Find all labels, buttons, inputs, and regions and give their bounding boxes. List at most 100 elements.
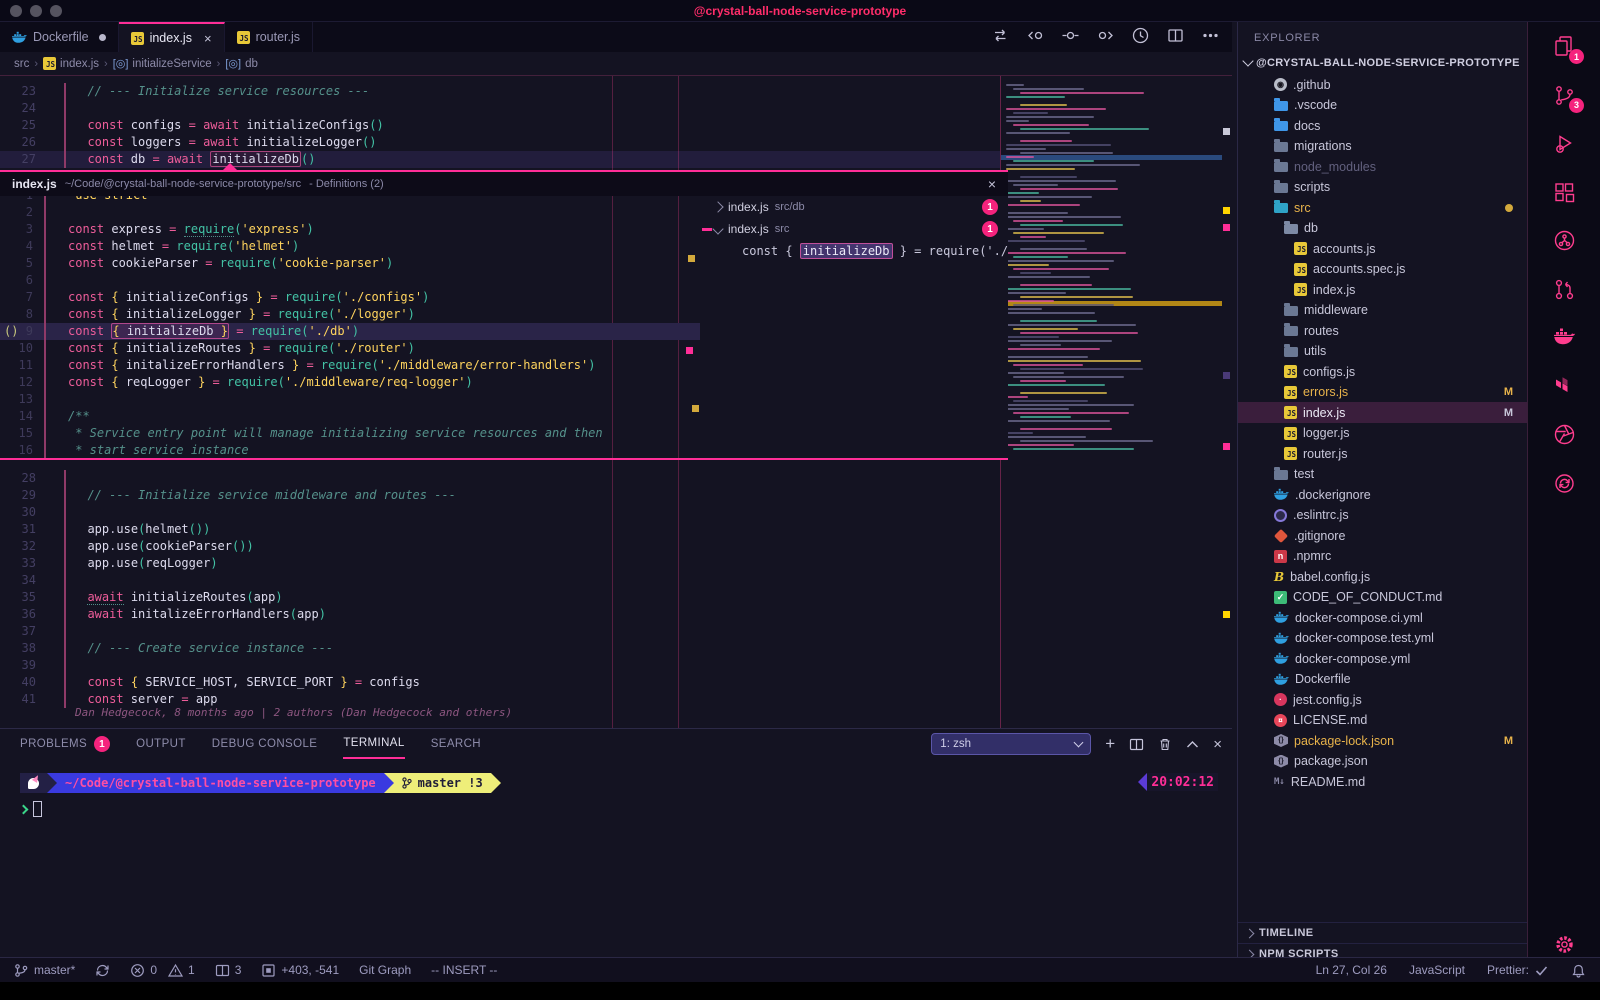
- line-number[interactable]: 5: [0, 255, 33, 272]
- explorer-item-docs[interactable]: docs: [1238, 115, 1527, 136]
- split-editor-icon[interactable]: [1166, 26, 1185, 50]
- code-line-6[interactable]: 6: [0, 272, 700, 289]
- explorer-item-errors.js[interactable]: JS errors.js M: [1238, 382, 1527, 403]
- code-line-32[interactable]: 32 app.use(cookieParser()): [0, 538, 1000, 555]
- line-number[interactable]: 12: [0, 374, 33, 391]
- explorer-item-readme.md[interactable]: M↓ README.md: [1238, 771, 1527, 792]
- explorer-item-db[interactable]: db: [1238, 218, 1527, 239]
- split-terminal-icon[interactable]: [1129, 737, 1144, 752]
- status-ln-27-col-26[interactable]: Ln 27, Col 26: [1316, 963, 1387, 977]
- status-insert[interactable]: -- INSERT --: [431, 963, 497, 977]
- code-line-10[interactable]: 10 const { initializeRoutes } = require('…: [0, 340, 700, 357]
- code-line-14[interactable]: 14 /**: [0, 408, 700, 425]
- explorer-item-.dockerignore[interactable]: .dockerignore: [1238, 484, 1527, 505]
- new-terminal-icon[interactable]: +: [1105, 734, 1115, 754]
- line-number[interactable]: 41: [0, 691, 36, 708]
- line-number[interactable]: 40: [0, 674, 36, 691]
- status-sync[interactable]: [95, 963, 110, 978]
- explorer-item-code_of_conduct.md[interactable]: ✓ CODE_OF_CONDUCT.md: [1238, 587, 1527, 608]
- line-number[interactable]: 37: [0, 623, 36, 640]
- line-number[interactable]: 39: [0, 657, 36, 674]
- code-lines-bottom[interactable]: 28 29 // --- Initialize service middlewar…: [0, 470, 1000, 708]
- tab-index.js[interactable]: JS index.js ×: [118, 22, 225, 52]
- code-line-7[interactable]: 7 const { initializeConfigs } = require('…: [0, 289, 700, 306]
- line-number[interactable]: 11: [0, 357, 33, 374]
- explorer-item-configs.js[interactable]: JS configs.js: [1238, 361, 1527, 382]
- status-git-graph[interactable]: Git Graph: [359, 963, 411, 977]
- definition-reference-line[interactable]: const { initializeDb } = require('./db'): [700, 240, 1008, 262]
- activity-gitlens-icon[interactable]: [1552, 228, 1578, 254]
- explorer-item-.github[interactable]: ◉ .github: [1238, 74, 1527, 95]
- code-editor[interactable]: 23 // --- Initialize service resources -…: [0, 76, 1232, 728]
- line-number[interactable]: 17: [0, 459, 33, 460]
- code-line-26[interactable]: 26 const loggers = await initializeLogge…: [0, 134, 1000, 151]
- line-number[interactable]: 29: [0, 487, 36, 504]
- prev-change-icon[interactable]: [1026, 26, 1045, 50]
- explorer-item-test[interactable]: test: [1238, 464, 1527, 485]
- kill-terminal-icon[interactable]: [1158, 737, 1172, 752]
- terminal-shell-select[interactable]: 1: zsh: [931, 733, 1092, 755]
- explorer-item-package.json[interactable]: {} package.json: [1238, 751, 1527, 772]
- code-line-40[interactable]: 40 const { SERVICE_HOST, SERVICE_PORT } …: [0, 674, 1000, 691]
- code-line-17[interactable]: 17 */: [0, 459, 700, 460]
- explorer-root-folder[interactable]: @CRYSTAL-BALL-NODE-SERVICE-PROTOTYPE: [1238, 52, 1527, 74]
- status-prettier[interactable]: Prettier:: [1487, 963, 1549, 978]
- sidebar-section-timeline[interactable]: TIMELINE: [1238, 922, 1527, 943]
- line-number[interactable]: 30: [0, 504, 36, 521]
- tab-dockerfile[interactable]: Dockerfile: [0, 22, 119, 52]
- explorer-item-.vscode[interactable]: .vscode: [1238, 95, 1527, 116]
- code-line-24[interactable]: 24: [0, 100, 1000, 117]
- line-number[interactable]: 34: [0, 572, 36, 589]
- explorer-item-accounts.spec.js[interactable]: JS accounts.spec.js: [1238, 259, 1527, 280]
- code-line-37[interactable]: 37: [0, 623, 1000, 640]
- minimap[interactable]: [1000, 76, 1222, 728]
- panel-tab-terminal[interactable]: TERMINAL: [343, 729, 405, 759]
- close-panel-icon[interactable]: ×: [1213, 736, 1222, 753]
- code-line-29[interactable]: 29 // --- Initialize service middleware …: [0, 487, 1000, 504]
- code-line-35[interactable]: 35 await initializeRoutes(app): [0, 589, 1000, 606]
- code-line-16[interactable]: 16 * start service instance: [0, 442, 700, 458]
- close-tab-icon[interactable]: ×: [204, 31, 212, 46]
- line-number[interactable]: 36: [0, 606, 36, 623]
- code-line-5[interactable]: 5 const cookieParser = require('cookie-pa…: [0, 255, 700, 272]
- code-line-3[interactable]: 3 const express = require('express'): [0, 221, 700, 238]
- code-line-28[interactable]: 28: [0, 470, 1000, 487]
- code-line-2[interactable]: 2: [0, 204, 700, 221]
- code-line-9[interactable]: 9() const { initializeDb } = require('./d…: [0, 323, 700, 340]
- activity-files-icon[interactable]: 1: [1552, 34, 1584, 64]
- line-number[interactable]: 28: [0, 470, 36, 487]
- line-number[interactable]: 7: [0, 289, 33, 306]
- code-line-11[interactable]: 11 const { initalizeErrorHandlers } = req…: [0, 357, 700, 374]
- code-line-8[interactable]: 8 const { initializeLogger } = require('.…: [0, 306, 700, 323]
- breadcrumb-item-src[interactable]: src: [14, 58, 29, 70]
- code-line-12[interactable]: 12 const { reqLogger } = require('./middl…: [0, 374, 700, 391]
- explorer-item-jest.config.js[interactable]: · jest.config.js: [1238, 689, 1527, 710]
- line-number[interactable]: 2: [0, 204, 33, 221]
- code-line-38[interactable]: 38 // --- Create service instance ---: [0, 640, 1000, 657]
- explorer-item-docker-compose.yml[interactable]: docker-compose.yml: [1238, 648, 1527, 669]
- code-lines-top[interactable]: 23 // --- Initialize service resources -…: [0, 83, 1000, 168]
- panel-tab-search[interactable]: SEARCH: [431, 729, 481, 759]
- code-line-25[interactable]: 25 const configs = await initializeConfi…: [0, 117, 1000, 134]
- code-line-1[interactable]: 1 'use strict': [0, 196, 700, 204]
- line-number[interactable]: 26: [0, 134, 36, 151]
- code-line-39[interactable]: 39: [0, 657, 1000, 674]
- line-number[interactable]: 38: [0, 640, 36, 657]
- status-bell[interactable]: [1571, 963, 1586, 978]
- explorer-item-.npmrc[interactable]: n .npmrc: [1238, 546, 1527, 567]
- activity-source-control-icon[interactable]: 3: [1552, 83, 1584, 113]
- line-number[interactable]: 14: [0, 408, 33, 425]
- peek-close-icon[interactable]: ×: [988, 176, 996, 192]
- breadcrumb-item-initializeService[interactable]: [◎] initializeService: [113, 57, 212, 71]
- peek-code-pane[interactable]: 1 'use strict' 23 const express = require('…: [0, 196, 700, 460]
- explorer-item-migrations[interactable]: migrations: [1238, 136, 1527, 157]
- activity-debug-icon[interactable]: [1552, 131, 1578, 157]
- explorer-item-.eslintrc.js[interactable]: .eslintrc.js: [1238, 505, 1527, 526]
- breadcrumb-item-index.js[interactable]: JS index.js: [43, 57, 99, 70]
- activity-settings-sync-icon[interactable]: [1552, 471, 1578, 497]
- explorer-item-babel.config.js[interactable]: Bbabel.config.js: [1238, 566, 1527, 587]
- explorer-item-logger.js[interactable]: JS logger.js: [1238, 423, 1527, 444]
- line-number[interactable]: 33: [0, 555, 36, 572]
- panel-tab-problems[interactable]: PROBLEMS 1: [20, 729, 111, 759]
- code-line-13[interactable]: 13: [0, 391, 700, 408]
